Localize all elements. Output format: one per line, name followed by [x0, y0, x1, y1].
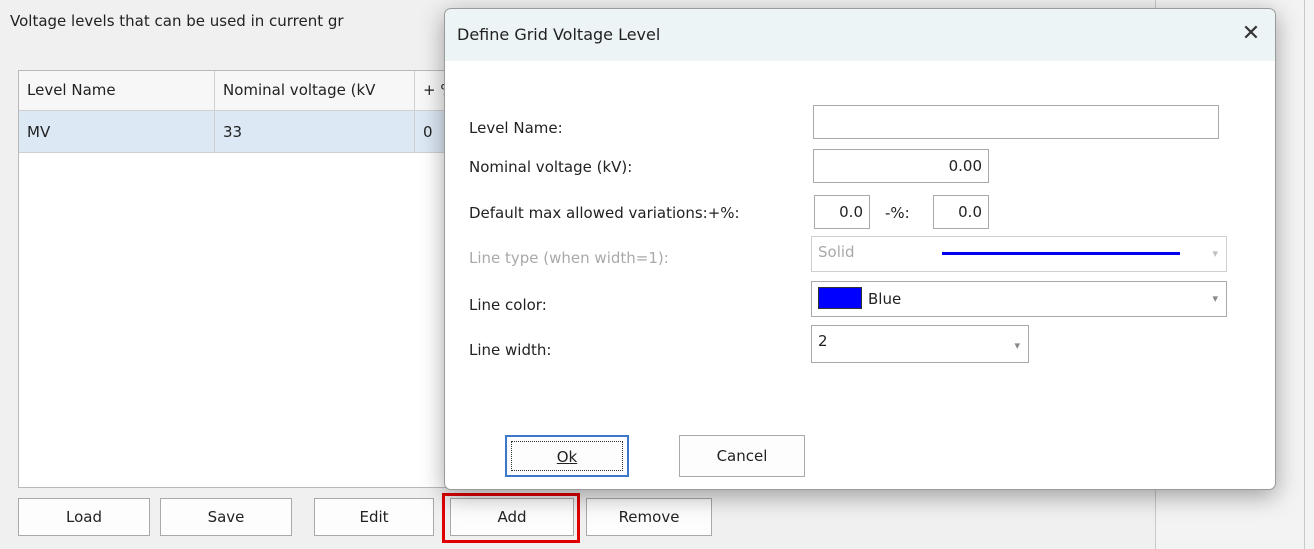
- add-button-highlight: [442, 493, 580, 543]
- line-color-value: Blue: [868, 290, 902, 308]
- cancel-button[interactable]: Cancel: [679, 435, 805, 477]
- define-grid-voltage-level-dialog: Define Grid Voltage Level ✕ Level Name: …: [444, 8, 1276, 490]
- line-width-select[interactable]: 2 ▾: [811, 325, 1029, 363]
- line-style-preview: [942, 252, 1180, 255]
- ok-button[interactable]: Ok: [505, 435, 629, 477]
- chevron-down-icon: ▾: [1212, 292, 1218, 305]
- table-row-cell-level-name[interactable]: MV: [19, 111, 215, 153]
- color-swatch: [818, 287, 862, 309]
- nominal-voltage-input[interactable]: 0.00: [813, 149, 989, 183]
- line-type-value: Solid: [818, 243, 855, 261]
- default-variations-label: Default max allowed variations:+%:: [469, 204, 740, 222]
- nominal-voltage-label: Nominal voltage (kV):: [469, 158, 633, 176]
- column-header-nominal-voltage[interactable]: Nominal voltage (kV: [215, 71, 415, 111]
- save-button[interactable]: Save: [160, 498, 292, 536]
- line-width-label: Line width:: [469, 341, 552, 359]
- remove-button[interactable]: Remove: [586, 498, 712, 536]
- close-icon[interactable]: ✕: [1235, 19, 1267, 51]
- line-color-label: Line color:: [469, 296, 547, 314]
- load-button[interactable]: Load: [18, 498, 150, 536]
- line-width-value: 2: [818, 332, 828, 350]
- table-row-cell-nominal-voltage[interactable]: 33: [215, 111, 415, 153]
- chevron-down-icon: ▾: [1014, 339, 1020, 352]
- minus-percent-input[interactable]: 0.0: [933, 195, 989, 229]
- plus-percent-input[interactable]: 0.0: [814, 195, 870, 229]
- chevron-down-icon: ▾: [1212, 247, 1218, 260]
- minus-percent-label: -%:: [885, 204, 910, 222]
- focus-rectangle: [511, 441, 623, 471]
- level-name-label: Level Name:: [469, 119, 563, 137]
- edit-button[interactable]: Edit: [314, 498, 434, 536]
- line-type-select[interactable]: Solid ▾: [811, 236, 1227, 272]
- line-color-select[interactable]: Blue ▾: [811, 281, 1227, 317]
- column-header-level-name[interactable]: Level Name: [19, 71, 215, 111]
- voltage-levels-caption: Voltage levels that can be used in curre…: [10, 12, 344, 30]
- line-type-label: Line type (when width=1):: [469, 249, 669, 267]
- dialog-title: Define Grid Voltage Level: [457, 25, 661, 44]
- level-name-input[interactable]: [813, 105, 1219, 139]
